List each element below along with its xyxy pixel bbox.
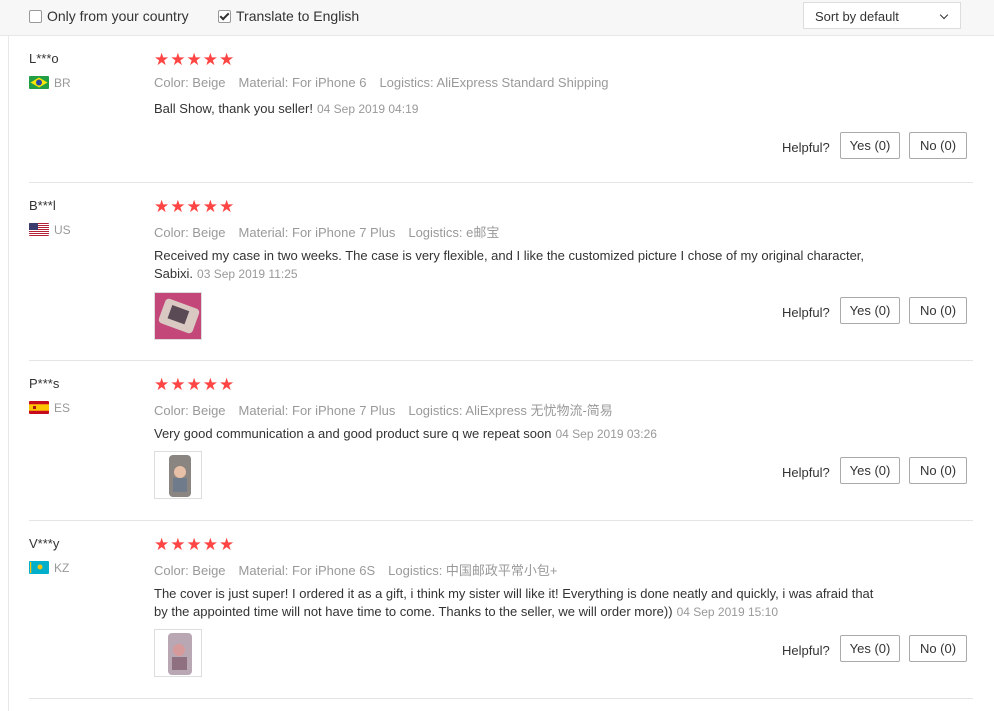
review-item: V***y KZ ★★★★★ Color: Beige Material: For… [29, 535, 973, 699]
review-user: V***y [29, 536, 60, 551]
helpful-yes-button[interactable]: Yes (0) [840, 635, 900, 662]
helpful-label: Helpful? [782, 643, 830, 658]
translate-checkbox[interactable] [218, 10, 231, 23]
review-body: Very good communication a and good produ… [154, 426, 552, 441]
rating-stars: ★★★★★ [154, 197, 236, 216]
helpful-label: Helpful? [782, 305, 830, 320]
rating-stars: ★★★★★ [154, 50, 236, 69]
review-text: Very good communication a and good produ… [154, 425, 879, 443]
review-item: B***l US ★★★★★ Color: Beige Material: For… [29, 197, 973, 361]
translate-label[interactable]: Translate to English [236, 8, 359, 24]
review-text: Ball Show, thank you seller! 04 Sep 2019 … [154, 100, 879, 118]
rating-stars: ★★★★★ [154, 375, 236, 394]
review-photo[interactable] [154, 629, 202, 677]
review-user: B***l [29, 198, 56, 213]
attr-logistics: Logistics: e邮宝 [408, 225, 500, 240]
review-photo[interactable] [154, 292, 202, 340]
filter-bar: Only from your country Translate to Engl… [0, 0, 994, 36]
helpful-yes-button[interactable]: Yes (0) [840, 132, 900, 159]
review-country: KZ [54, 561, 70, 575]
review-attributes: Color: Beige Material: For iPhone 6 Logist… [154, 75, 622, 90]
review-country: ES [54, 401, 71, 415]
review-time: 04 Sep 2019 03:26 [555, 427, 657, 441]
attr-logistics: Logistics: 中国邮政平常小包+ [388, 563, 558, 578]
divider [8, 36, 9, 711]
only-country-label[interactable]: Only from your country [47, 8, 189, 24]
review-item: L***o BR ★★★★★ Color: Beige Material: For… [29, 50, 973, 183]
attr-color: Color: Beige [154, 75, 226, 90]
attr-material: Material: For iPhone 6 [238, 75, 367, 90]
review-time: 03 Sep 2019 11:25 [197, 267, 298, 281]
review-country: US [54, 223, 71, 237]
review-attributes: Color: Beige Material: For iPhone 7 Plus L… [154, 400, 626, 419]
review-item: P***s ES ★★★★★ Color: Beige Material: For… [29, 375, 973, 521]
review-body: Ball Show, thank you seller! [154, 101, 313, 116]
rating-stars: ★★★★★ [154, 535, 236, 554]
helpful-label: Helpful? [782, 465, 830, 480]
helpful-yes-button[interactable]: Yes (0) [840, 457, 900, 484]
review-photo-image [155, 630, 201, 676]
spain-flag-icon [29, 401, 49, 414]
review-photo-image [155, 293, 201, 339]
helpful-yes-button[interactable]: Yes (0) [840, 297, 900, 324]
review-attributes: Color: Beige Material: For iPhone 6S Logis… [154, 560, 571, 579]
attr-material: Material: For iPhone 7 Plus [238, 225, 396, 240]
helpful-no-button[interactable]: No (0) [909, 635, 967, 662]
sort-dropdown-value: Sort by default [815, 9, 899, 24]
attr-logistics: Logistics: AliExpress 无忧物流-简易 [408, 403, 613, 418]
attr-material: Material: For iPhone 6S [238, 563, 376, 578]
review-photo[interactable] [154, 451, 202, 499]
brazil-flag-icon [29, 76, 49, 89]
review-user: P***s [29, 376, 60, 391]
review-text: Received my case in two weeks. The case … [154, 247, 879, 283]
review-photo-image [155, 452, 201, 498]
review-attributes: Color: Beige Material: For iPhone 7 Plus L… [154, 222, 512, 241]
attr-color: Color: Beige [154, 563, 226, 578]
review-user: L***o [29, 51, 59, 66]
usa-flag-icon [29, 223, 49, 236]
helpful-no-button[interactable]: No (0) [909, 132, 967, 159]
sort-dropdown[interactable]: Sort by default [803, 2, 961, 29]
helpful-no-button[interactable]: No (0) [909, 457, 967, 484]
helpful-label: Helpful? [782, 140, 830, 155]
chevron-down-icon [939, 10, 949, 20]
attr-logistics: Logistics: AliExpress Standard Shipping [379, 75, 609, 90]
review-time: 04 Sep 2019 15:10 [676, 605, 778, 619]
helpful-no-button[interactable]: No (0) [909, 297, 967, 324]
review-country: BR [54, 76, 71, 90]
review-text: The cover is just super! I ordered it as… [154, 585, 879, 621]
attr-color: Color: Beige [154, 403, 226, 418]
kazakhstan-flag-icon [29, 561, 49, 574]
only-country-checkbox[interactable] [29, 10, 42, 23]
review-time: 04 Sep 2019 04:19 [316, 102, 419, 116]
attr-material: Material: For iPhone 7 Plus [238, 403, 396, 418]
attr-color: Color: Beige [154, 225, 226, 240]
